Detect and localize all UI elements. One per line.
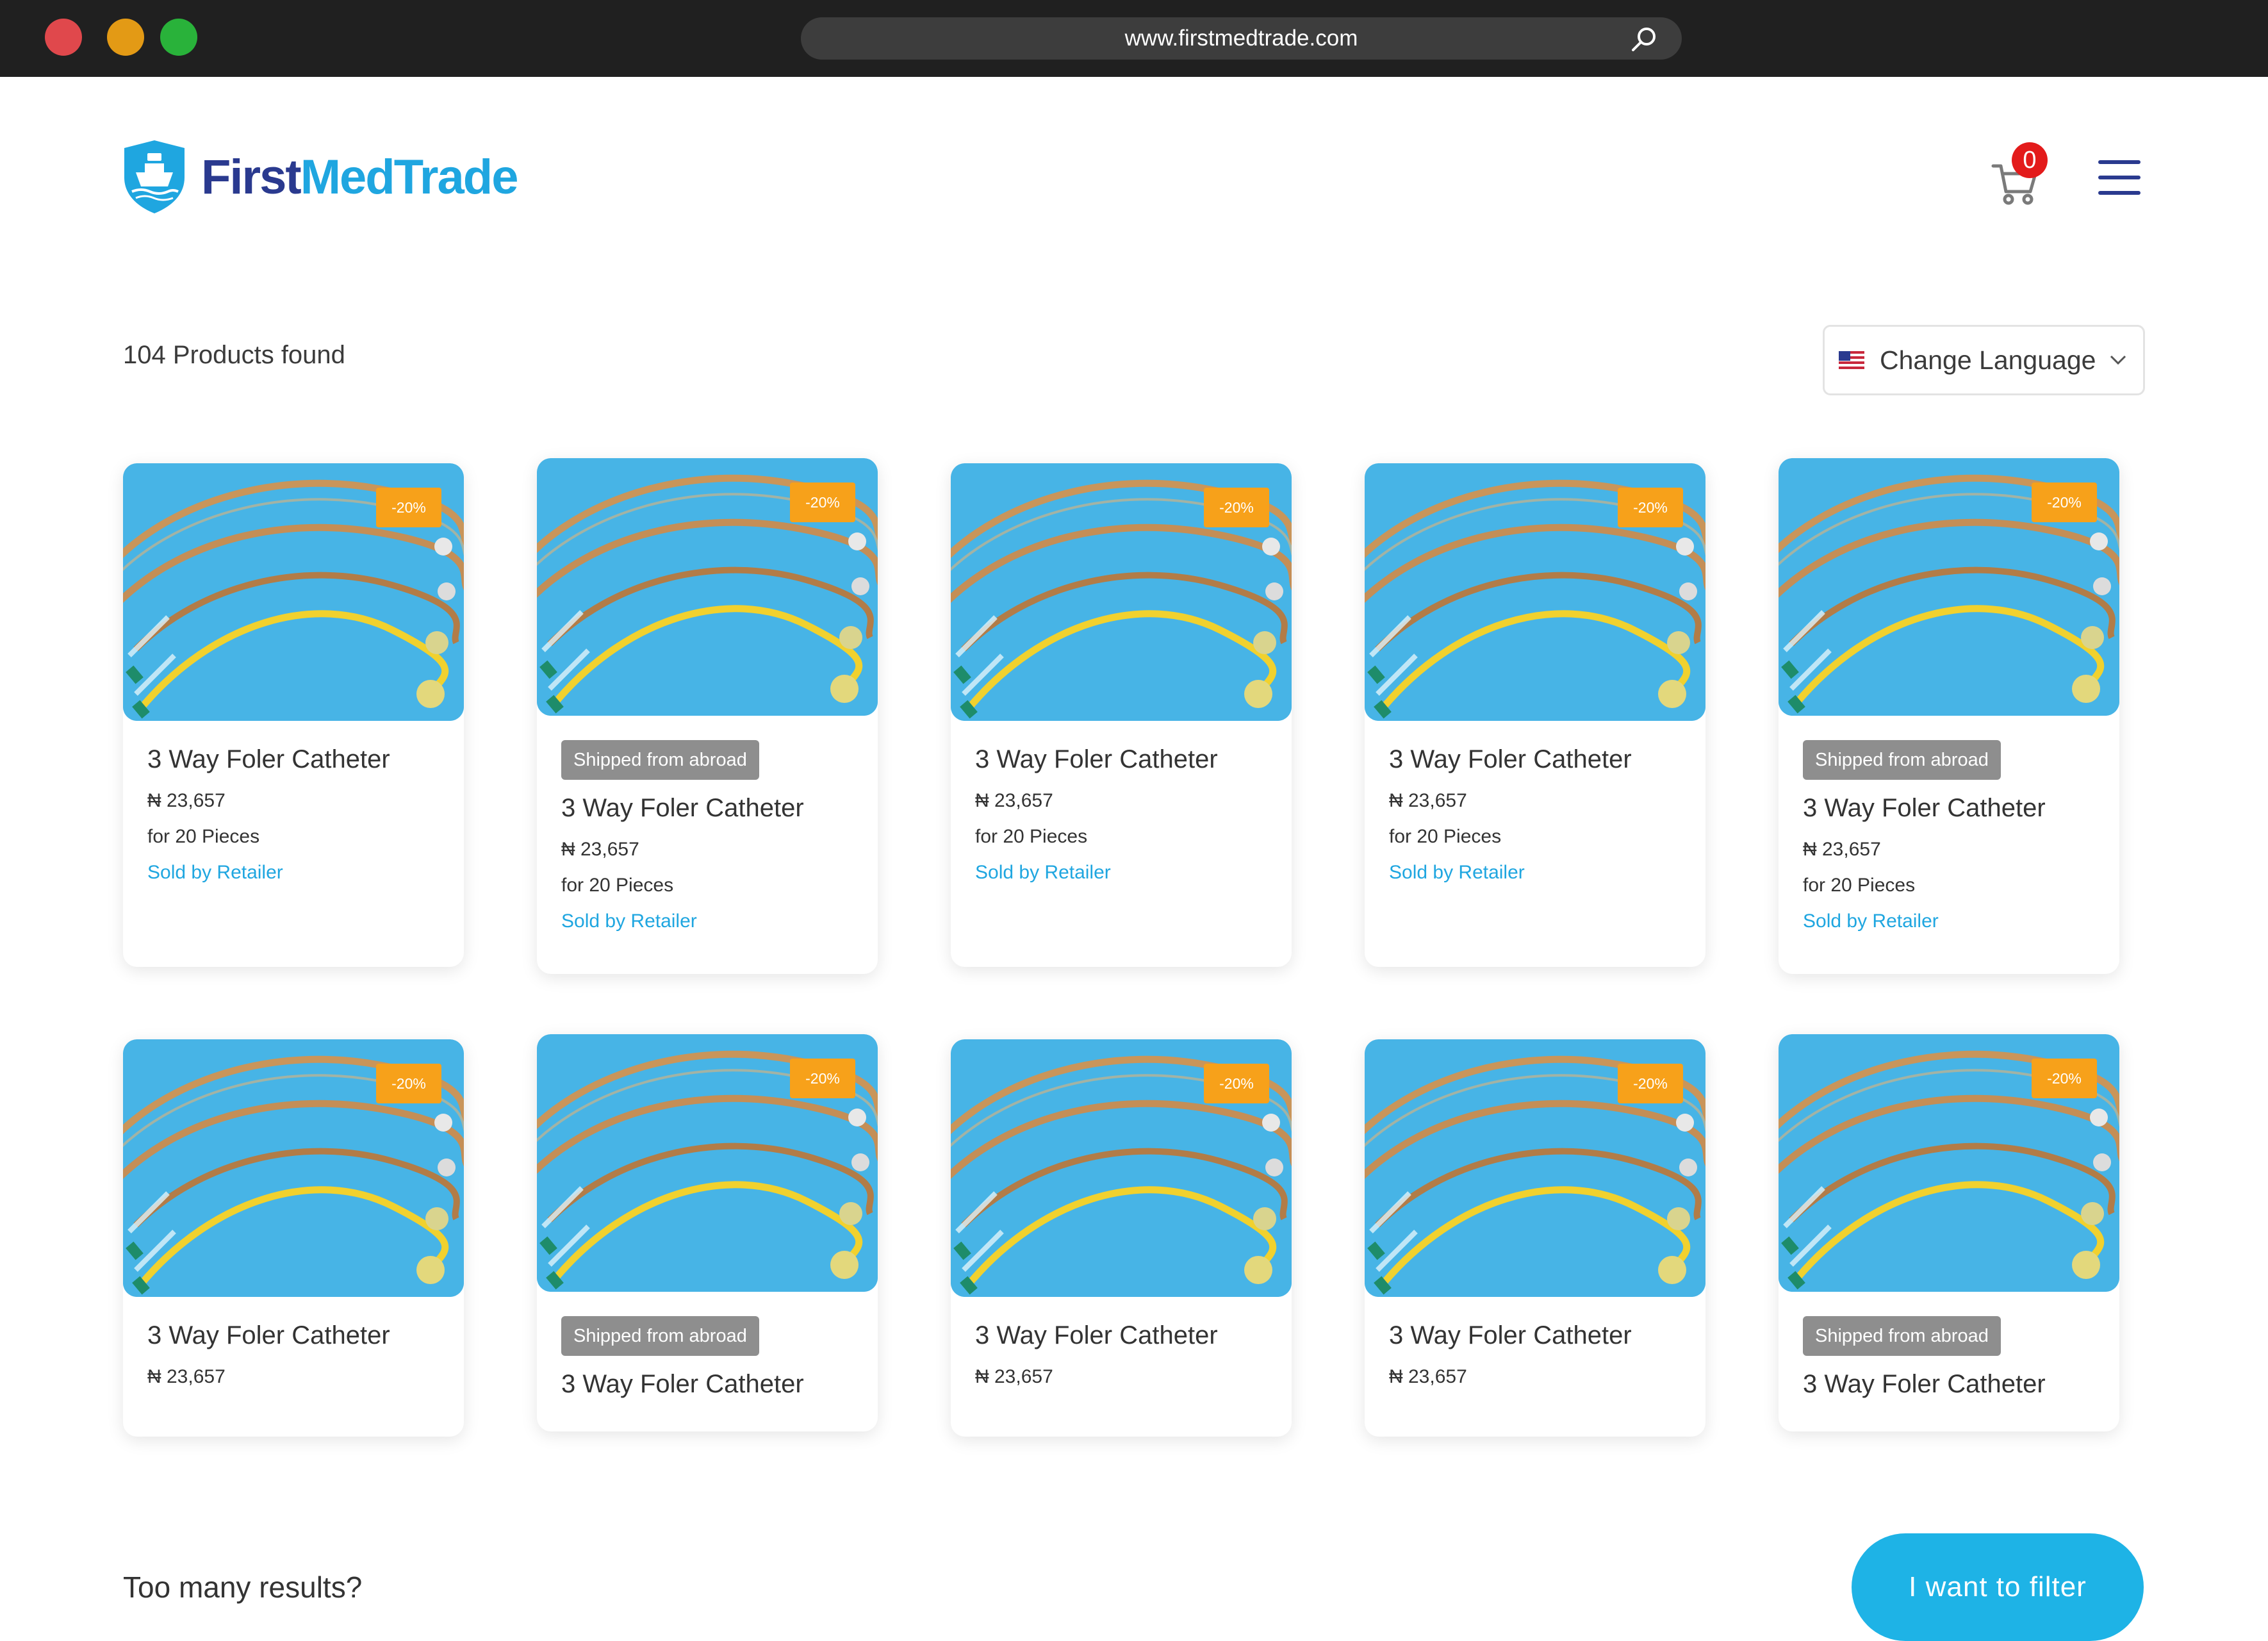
page: FirstMedTrade 0 104 Products found Chang… <box>0 77 2268 1641</box>
shipped-from-abroad-tag: Shipped from abroad <box>561 1316 759 1356</box>
discount-badge: -20% <box>790 1059 855 1098</box>
language-selector[interactable]: Change Language <box>1823 325 2145 395</box>
language-label: Change Language <box>1880 345 2096 375</box>
close-window-button[interactable] <box>45 19 82 56</box>
discount-badge: -20% <box>2032 1059 2097 1098</box>
product-image[interactable]: -20% <box>537 458 878 716</box>
discount-badge: -20% <box>1204 488 1269 527</box>
product-card[interactable]: -20% 3 Way Foler Catheter ₦ 23,657 <box>1365 1039 1705 1437</box>
shipped-from-abroad-tag: Shipped from abroad <box>1803 1316 2001 1356</box>
product-price: ₦ 23,657 <box>561 839 639 860</box>
product-card[interactable]: -20% 3 Way Foler Catheter ₦ 23,657 for 20 P… <box>1365 463 1705 967</box>
product-card[interactable]: -20% 3 Way Foler Catheter ₦ 23,657 for 20 P… <box>951 463 1292 967</box>
seller-link[interactable]: Sold by Retailer <box>147 862 464 884</box>
product-price: ₦ 23,657 <box>1389 1366 1467 1387</box>
product-quantity: for 20 Pieces <box>975 826 1088 847</box>
seller-link[interactable]: Sold by Retailer <box>1389 862 1705 884</box>
product-title[interactable]: 3 Way Foler Catheter <box>1803 794 2119 823</box>
shipped-from-abroad-tag: Shipped from abroad <box>561 740 759 780</box>
url-text: www.firstmedtrade.com <box>1124 26 1358 51</box>
product-title[interactable]: 3 Way Foler Catheter <box>1389 745 1705 774</box>
product-quantity: for 20 Pieces <box>1389 826 1502 847</box>
us-flag-icon <box>1839 351 1864 369</box>
product-image[interactable]: -20% <box>951 1039 1292 1297</box>
seller-link[interactable]: Sold by Retailer <box>561 911 878 932</box>
cart-count-badge: 0 <box>2012 142 2048 178</box>
discount-badge: -20% <box>790 482 855 522</box>
product-card[interactable]: -20% Shipped from abroad 3 Way Foler Cathe… <box>1779 1034 2119 1431</box>
product-card[interactable]: -20% Shipped from abroad 3 Way Foler Cathe… <box>537 1034 878 1431</box>
search-icon[interactable] <box>1631 26 1657 53</box>
product-title[interactable]: 3 Way Foler Catheter <box>975 745 1292 774</box>
product-image[interactable]: -20% <box>123 1039 464 1297</box>
product-title[interactable]: 3 Way Foler Catheter <box>975 1321 1292 1350</box>
product-quantity: for 20 Pieces <box>147 826 260 847</box>
product-image[interactable]: -20% <box>951 463 1292 721</box>
discount-badge: -20% <box>1204 1064 1269 1103</box>
shield-logo-icon <box>124 140 185 213</box>
product-title[interactable]: 3 Way Foler Catheter <box>1803 1370 2119 1399</box>
product-price: ₦ 23,657 <box>975 790 1053 811</box>
browser-chrome: www.firstmedtrade.com <box>0 0 2268 77</box>
product-title[interactable]: 3 Way Foler Catheter <box>561 1370 878 1399</box>
chevron-down-icon <box>2110 355 2126 365</box>
product-image[interactable]: -20% <box>1779 1034 2119 1292</box>
discount-badge: -20% <box>376 1064 441 1103</box>
discount-badge: -20% <box>1618 1064 1683 1103</box>
product-image[interactable]: -20% <box>1779 458 2119 716</box>
product-quantity: for 20 Pieces <box>1803 875 1916 896</box>
address-bar[interactable]: www.firstmedtrade.com <box>801 17 1682 60</box>
product-image[interactable]: -20% <box>123 463 464 721</box>
product-title[interactable]: 3 Way Foler Catheter <box>561 794 878 823</box>
product-image[interactable]: -20% <box>537 1034 878 1292</box>
product-card[interactable]: -20% Shipped from abroad 3 Way Foler Cathe… <box>537 458 878 974</box>
product-price: ₦ 23,657 <box>975 1366 1053 1387</box>
discount-badge: -20% <box>2032 482 2097 522</box>
results-count: 104 Products found <box>123 341 345 369</box>
product-price: ₦ 23,657 <box>1803 839 1881 860</box>
product-price: ₦ 23,657 <box>147 1366 226 1387</box>
product-price: ₦ 23,657 <box>147 790 226 811</box>
product-quantity: for 20 Pieces <box>561 875 674 896</box>
product-card[interactable]: -20% 3 Way Foler Catheter ₦ 23,657 for 20 P… <box>123 463 464 967</box>
site-logo[interactable]: FirstMedTrade <box>122 138 518 215</box>
minimize-window-button[interactable] <box>107 19 144 56</box>
product-price: ₦ 23,657 <box>1389 790 1467 811</box>
product-image[interactable]: -20% <box>1365 1039 1705 1297</box>
discount-badge: -20% <box>376 488 441 527</box>
seller-link[interactable]: Sold by Retailer <box>975 862 1292 884</box>
product-title[interactable]: 3 Way Foler Catheter <box>1389 1321 1705 1350</box>
seller-link[interactable]: Sold by Retailer <box>1803 911 2119 932</box>
maximize-window-button[interactable] <box>160 19 197 56</box>
product-title[interactable]: 3 Way Foler Catheter <box>147 1321 464 1350</box>
product-card[interactable]: -20% 3 Way Foler Catheter ₦ 23,657 <box>123 1039 464 1437</box>
too-many-results-text: Too many results? <box>123 1571 363 1604</box>
product-title[interactable]: 3 Way Foler Catheter <box>147 745 464 774</box>
shipped-from-abroad-tag: Shipped from abroad <box>1803 740 2001 780</box>
discount-badge: -20% <box>1618 488 1683 527</box>
filter-button[interactable]: I want to filter <box>1852 1533 2144 1641</box>
product-image[interactable]: -20% <box>1365 463 1705 721</box>
product-card[interactable]: -20% Shipped from abroad 3 Way Foler Cathe… <box>1779 458 2119 974</box>
product-card[interactable]: -20% 3 Way Foler Catheter ₦ 23,657 <box>951 1039 1292 1437</box>
hamburger-menu-icon[interactable] <box>2098 160 2141 196</box>
logo-wordmark: FirstMedTrade <box>201 149 518 204</box>
